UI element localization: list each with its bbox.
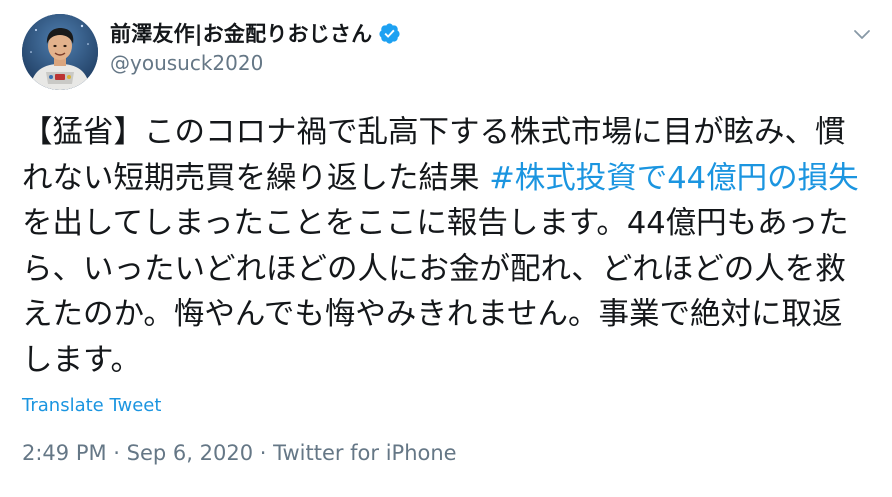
verified-badge-icon	[379, 22, 400, 44]
author-handle[interactable]: @yousuck2020	[110, 51, 263, 75]
tweet-date[interactable]: Sep 6, 2020	[127, 441, 253, 465]
chevron-down-icon[interactable]	[850, 22, 874, 46]
tweet-source[interactable]: Twitter for iPhone	[273, 441, 457, 465]
display-name[interactable]: 前澤友作|お金配りおじさん	[110, 18, 372, 48]
tweet-time[interactable]: 2:49 PM	[22, 441, 107, 465]
translate-tweet-link[interactable]: Translate Tweet	[22, 395, 161, 416]
tweet-text: 【猛省】このコロナ禍で乱高下する株式市場に目が眩み、慣れない短期売買を繰り返した…	[22, 110, 872, 383]
meta-separator: ·	[253, 441, 274, 465]
author-name-row[interactable]: 前澤友作|お金配りおじさん	[110, 19, 401, 47]
tweet-metadata: 2:49 PM · Sep 6, 2020 · Twitter for iPho…	[22, 441, 457, 465]
avatar-astronaut-icon	[22, 14, 98, 90]
avatar[interactable]	[22, 14, 98, 90]
tweet-text-part: を出してしまったことをここに報告します。44億円もあったら、いったいどれほどの人…	[22, 206, 849, 378]
meta-separator: ·	[106, 441, 127, 465]
tweet-card: 前澤友作|お金配りおじさん @yousuck2020 【猛省】このコロナ禍で乱高…	[0, 0, 892, 497]
hashtag-link[interactable]: #株式投資で44億円の損失	[489, 161, 858, 196]
